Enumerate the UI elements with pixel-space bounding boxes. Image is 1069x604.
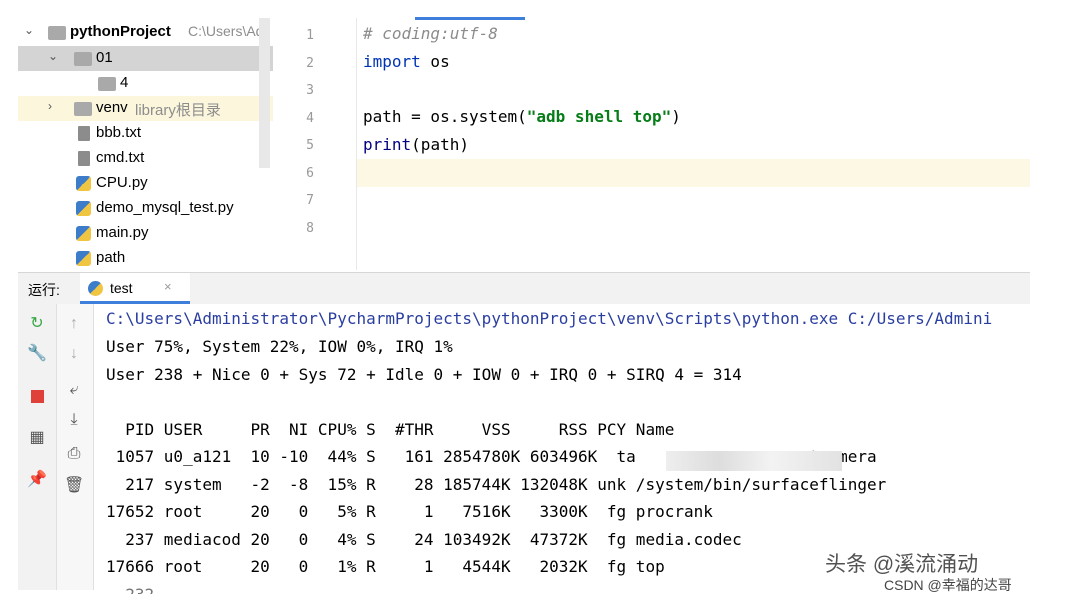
code-line-5[interactable]: print(path) (363, 135, 469, 154)
code-text: path = os.system( (363, 107, 527, 126)
watermark-csdn: CSDN @幸福的达哥 (884, 577, 1012, 593)
folder-icon (98, 77, 116, 91)
tree-item-main-py[interactable]: main.py (18, 221, 273, 246)
text-file-icon (78, 126, 90, 141)
pin-icon[interactable]: 📌 (27, 470, 47, 490)
tree-item-cmd-txt[interactable]: cmd.txt (18, 146, 273, 171)
code-text: ) (671, 107, 681, 126)
stop-icon[interactable] (27, 386, 47, 406)
tree-item-label: venv (96, 99, 128, 116)
arrow-up-icon[interactable]: ↑ (64, 314, 84, 334)
code-line-4[interactable]: path = os.system("adb shell top") (363, 107, 681, 126)
chevron-down-icon[interactable]: ⌄ (48, 49, 58, 63)
run-toolbar-primary: ↻ 🔧 ▦ 📌 (18, 304, 57, 590)
run-tab-test[interactable]: test × (80, 273, 190, 304)
tree-item-label: CPU.py (96, 174, 148, 191)
line-number: 1 (306, 28, 314, 43)
line-number: 6 (306, 166, 314, 181)
watermark-toutiao: 头条 @溪流涌动 (825, 553, 979, 576)
line-number: 7 (306, 193, 314, 208)
line-number: 8 (306, 221, 314, 236)
folder-icon (74, 102, 92, 116)
python-file-icon (76, 251, 91, 266)
tree-item-label: 4 (120, 74, 129, 91)
tree-item-cpu-py[interactable]: CPU.py (18, 171, 273, 196)
console-line: User 75%, System 22%, IOW 0%, IRQ 1% (106, 337, 453, 356)
tree-item-label: bbb.txt (96, 124, 142, 141)
rerun-icon[interactable]: ↻ (27, 314, 47, 334)
code-text: os (420, 52, 450, 71)
tree-item-4[interactable]: 4 (18, 71, 273, 96)
trash-icon[interactable]: 🗑 (64, 476, 84, 496)
run-tool-window-header: 运行: test × (18, 272, 1030, 305)
project-name: pythonProject (70, 23, 171, 40)
tree-item-path[interactable]: path (18, 246, 273, 270)
folder-icon (74, 52, 92, 66)
text-file-icon (78, 151, 90, 166)
line-number: 2 (306, 56, 314, 71)
run-label: 运行: (28, 282, 60, 298)
code-editor[interactable]: # coding:utf-8 import os path = os.syste… (357, 18, 1030, 270)
python-file-icon (76, 226, 91, 241)
tree-item-label: 01 (96, 49, 113, 66)
wrench-icon[interactable]: 🔧 (27, 344, 47, 364)
chevron-right-icon[interactable]: › (48, 99, 52, 113)
builtin-print: print (363, 135, 412, 154)
project-tree: ⌄ pythonProject C:\Users\Ad ⌄ 01 4 › ven… (18, 18, 273, 270)
run-tab-label: test (110, 280, 133, 296)
console-line[interactable]: C:\Users\Administrator\PycharmProjects\p… (106, 309, 992, 328)
tree-item-label: path (96, 249, 126, 266)
code-line-2[interactable]: import os (363, 52, 450, 71)
print-icon[interactable]: ⎙ (64, 444, 84, 464)
tree-scrollbar[interactable] (259, 18, 270, 168)
python-file-icon (76, 176, 91, 191)
line-number: 3 (306, 83, 314, 98)
python-file-icon (76, 201, 91, 216)
arrow-down-icon[interactable]: ↓ (64, 344, 84, 364)
redacted-region (666, 451, 842, 471)
string-literal: "adb shell top" (526, 107, 672, 126)
code-text: (path) (411, 135, 469, 154)
library-root-hint: library根目录 (135, 102, 221, 119)
console-line: 217 system -2 -8 15% R 28 185744K 132048… (106, 475, 887, 494)
folder-icon (48, 26, 66, 40)
tree-root[interactable]: ⌄ pythonProject C:\Users\Ad (18, 20, 273, 45)
close-icon[interactable]: × (164, 279, 172, 294)
line-number: 5 (306, 138, 314, 153)
console-line: User 238 + Nice 0 + Sys 72 + Idle 0 + IO… (106, 365, 742, 384)
layout-icon[interactable]: ▦ (27, 428, 47, 448)
tree-item-demo-mysql-test-py[interactable]: demo_mysql_test.py (18, 196, 273, 221)
console-line: PID USER PR NI CPU% S #THR VSS RSS PCY N… (106, 420, 675, 439)
scroll-to-end-icon[interactable]: ⤓ (64, 410, 84, 430)
line-number-gutter: 1 2 3 4 5 6 7 8 (274, 18, 357, 270)
keyword-import: import (363, 52, 421, 71)
chevron-down-icon[interactable]: ⌄ (24, 23, 34, 37)
run-toolbar-secondary: ↑ ↓ ⤶ ⤓ ⎙ 🗑 (57, 304, 94, 590)
python-icon (88, 281, 103, 296)
tree-item-01[interactable]: ⌄ 01 (18, 46, 273, 71)
console-line: 232 ... (106, 585, 192, 594)
tree-item-label: cmd.txt (96, 149, 145, 166)
tree-item-venv[interactable]: › venv library根目录 (18, 96, 273, 121)
line-number: 4 (306, 111, 314, 126)
soft-wrap-icon[interactable]: ⤶ (64, 380, 84, 400)
tree-item-label: main.py (96, 224, 149, 241)
tree-item-bbb-txt[interactable]: bbb.txt (18, 121, 273, 146)
console-line: 237 mediacod 20 0 4% S 24 103492K 47372K… (106, 530, 742, 549)
console-line: 17666 root 20 0 1% R 1 4544K 2032K fg to… (106, 557, 665, 576)
tree-item-label: demo_mysql_test.py (96, 199, 234, 216)
console-line: 17652 root 20 0 5% R 1 7516K 3300K fg pr… (106, 502, 713, 521)
project-path: C:\Users\Ad (188, 23, 264, 39)
code-line-1[interactable]: # coding:utf-8 (363, 24, 498, 43)
